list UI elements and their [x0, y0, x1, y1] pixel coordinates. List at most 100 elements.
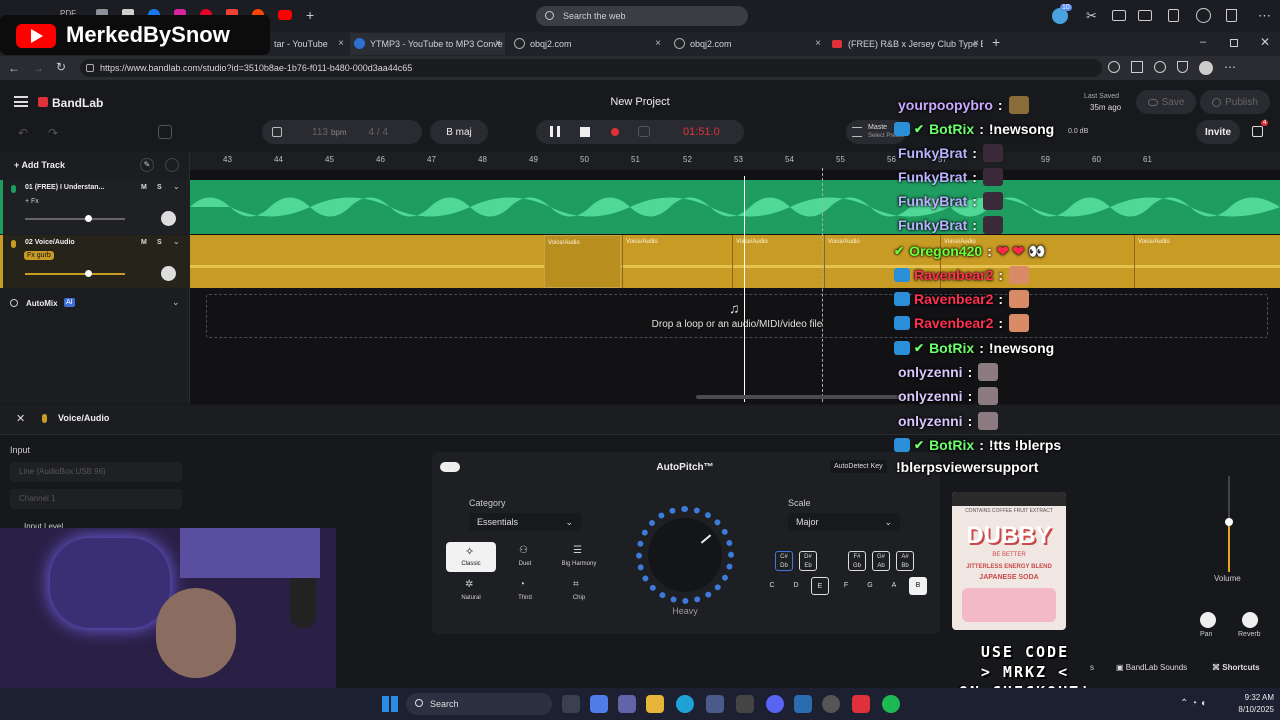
- undo-icon[interactable]: ↶: [18, 126, 28, 140]
- effect-third[interactable]: ◔ Third: [500, 576, 550, 606]
- tab-rnb-beat[interactable]: (FREE) R&B x Jersey Club Type Be ×: [828, 33, 983, 55]
- project-title[interactable]: New Project: [560, 96, 720, 108]
- key-c-sharp[interactable]: C# Db: [775, 551, 793, 571]
- pan-knob[interactable]: [161, 266, 176, 281]
- category-select[interactable]: Essentials ⌄: [469, 513, 581, 531]
- key-c[interactable]: C: [763, 577, 781, 595]
- redo-icon[interactable]: ↷: [48, 126, 58, 140]
- time-signature[interactable]: 4 / 4: [369, 127, 388, 138]
- chevron-down-icon[interactable]: ⌄: [172, 297, 180, 308]
- loop-icon[interactable]: [638, 126, 650, 137]
- autopitch-toggle[interactable]: [440, 462, 460, 472]
- web-search-box[interactable]: Search the web: [536, 6, 748, 26]
- metronome-bpm-control[interactable]: 113 bpm 4 / 4: [262, 120, 422, 144]
- mute-button[interactable]: M: [141, 184, 147, 191]
- autodetect-key-button[interactable]: AutoDetect Key: [830, 460, 887, 473]
- track-settings-icon[interactable]: [165, 158, 179, 172]
- effect-natural[interactable]: ✲ Natural: [446, 576, 496, 606]
- bpm-value[interactable]: 113: [312, 127, 328, 138]
- folder-icon[interactable]: [646, 695, 664, 713]
- library-icon[interactable]: [158, 125, 172, 139]
- wand-icon[interactable]: ✎: [140, 158, 154, 172]
- app-icon-1[interactable]: [736, 695, 754, 713]
- volume-slider-knob[interactable]: [85, 215, 92, 222]
- chevron-down-icon[interactable]: ⌄: [173, 237, 180, 246]
- close-tab-icon[interactable]: ×: [495, 38, 501, 49]
- profile-avatar[interactable]: [1199, 61, 1213, 75]
- pan-knob[interactable]: [161, 211, 176, 226]
- volume-fader-knob[interactable]: [1225, 518, 1233, 526]
- system-tray-icons[interactable]: ⌃ ◔ ◖: [1180, 698, 1226, 710]
- split-screen-icon[interactable]: [1131, 61, 1143, 73]
- solo-button[interactable]: S: [157, 239, 162, 246]
- effect-duet[interactable]: ⚇ Duet: [500, 542, 550, 572]
- playhead[interactable]: [744, 176, 745, 402]
- track-fx-badge[interactable]: Fx gurb: [24, 251, 54, 260]
- stop-button[interactable]: [580, 127, 590, 137]
- effect-classic[interactable]: ✧ Classic: [446, 542, 496, 572]
- close-tab-icon[interactable]: ×: [338, 38, 344, 49]
- track-name[interactable]: 01 (FREE) I Understan...: [25, 184, 104, 191]
- print-icon[interactable]: [1112, 10, 1126, 21]
- new-tab-button[interactable]: +: [992, 34, 1000, 50]
- key-f[interactable]: F: [837, 577, 855, 595]
- tab-obqj2-1[interactable]: obqj2.com ×: [510, 33, 665, 55]
- effect-big-harmony[interactable]: ☰ Big Harmony: [554, 542, 604, 572]
- play-circle-icon[interactable]: [1196, 8, 1211, 23]
- mute-button[interactable]: M: [141, 239, 147, 246]
- forward-icon[interactable]: →: [32, 61, 44, 75]
- reverb-knob[interactable]: [1242, 612, 1258, 628]
- maximize-button[interactable]: [1230, 39, 1238, 47]
- browser-menu-icon[interactable]: ⋯: [1258, 8, 1271, 24]
- close-tab-icon[interactable]: ×: [815, 38, 821, 49]
- spotify-icon[interactable]: [882, 695, 900, 713]
- effect-chip[interactable]: ⌗ Chip: [554, 576, 604, 606]
- url-field[interactable]: https://www.bandlab.com/studio?id=3510b8…: [80, 59, 1102, 77]
- back-icon[interactable]: ←: [8, 61, 20, 75]
- close-icon[interactable]: ✕: [16, 412, 25, 425]
- site-info-icon[interactable]: [86, 64, 94, 72]
- clock-time[interactable]: 9:32 AM: [1234, 693, 1274, 702]
- shortcuts-button[interactable]: ⌘ Shortcuts: [1212, 663, 1260, 672]
- key-a[interactable]: A: [885, 577, 903, 595]
- track-header-2[interactable]: 02 Voice/Audio Fx gurb M S ⌄: [0, 235, 190, 288]
- close-window-button[interactable]: ✕: [1260, 35, 1270, 49]
- task-view-icon[interactable]: [562, 695, 580, 713]
- automix-row[interactable]: AutoMix AI ⌄: [0, 294, 190, 314]
- refresh-page-icon[interactable]: [1108, 61, 1120, 73]
- teams-icon[interactable]: [618, 695, 636, 713]
- channel-select[interactable]: Channel 1: [10, 489, 182, 509]
- track-fx[interactable]: + Fx: [25, 198, 39, 205]
- store-icon[interactable]: [706, 695, 724, 713]
- pause-button[interactable]: [550, 126, 560, 137]
- key-d-sharp[interactable]: D# Eb: [799, 551, 817, 571]
- key-d[interactable]: D: [787, 577, 805, 595]
- pan-knob[interactable]: [1200, 612, 1216, 628]
- track-name[interactable]: 02 Voice/Audio: [25, 239, 75, 246]
- key-b[interactable]: B: [909, 577, 927, 595]
- start-button[interactable]: [382, 696, 398, 712]
- key-e[interactable]: E: [811, 577, 829, 595]
- clipboard-icon[interactable]: [1168, 9, 1179, 22]
- more-icon[interactable]: ⋯: [1224, 61, 1236, 75]
- taskbar-search[interactable]: Search: [406, 693, 552, 715]
- copilot-taskbar-icon[interactable]: [590, 695, 608, 713]
- record-button[interactable]: [611, 128, 619, 136]
- chevron-down-icon[interactable]: ⌄: [173, 182, 180, 191]
- new-tab-icon[interactable]: +: [306, 8, 318, 22]
- close-tab-icon[interactable]: ×: [655, 38, 661, 49]
- volume-slider-knob[interactable]: [85, 270, 92, 277]
- volume-slider[interactable]: [25, 218, 125, 220]
- discord-icon[interactable]: [766, 695, 784, 713]
- input-device-select[interactable]: Line (AudioBox USB 96): [10, 462, 182, 482]
- tab-obqj2-2[interactable]: obqj2.com ×: [670, 33, 825, 55]
- refresh-icon[interactable]: ↻: [56, 60, 66, 74]
- track-header-1[interactable]: 01 (FREE) I Understan... + Fx M S ⌄: [0, 180, 190, 234]
- key-f-sharp[interactable]: F# Gb: [848, 551, 866, 571]
- close-tab-icon[interactable]: ×: [973, 38, 979, 49]
- tab-ytmp3[interactable]: YTMP3 - YouTube to MP3 Conve ×: [350, 33, 505, 55]
- app-icon-3[interactable]: [822, 695, 840, 713]
- key-selector[interactable]: B maj: [430, 120, 488, 144]
- trash-icon[interactable]: [1226, 9, 1237, 22]
- window-icon[interactable]: [1138, 10, 1152, 21]
